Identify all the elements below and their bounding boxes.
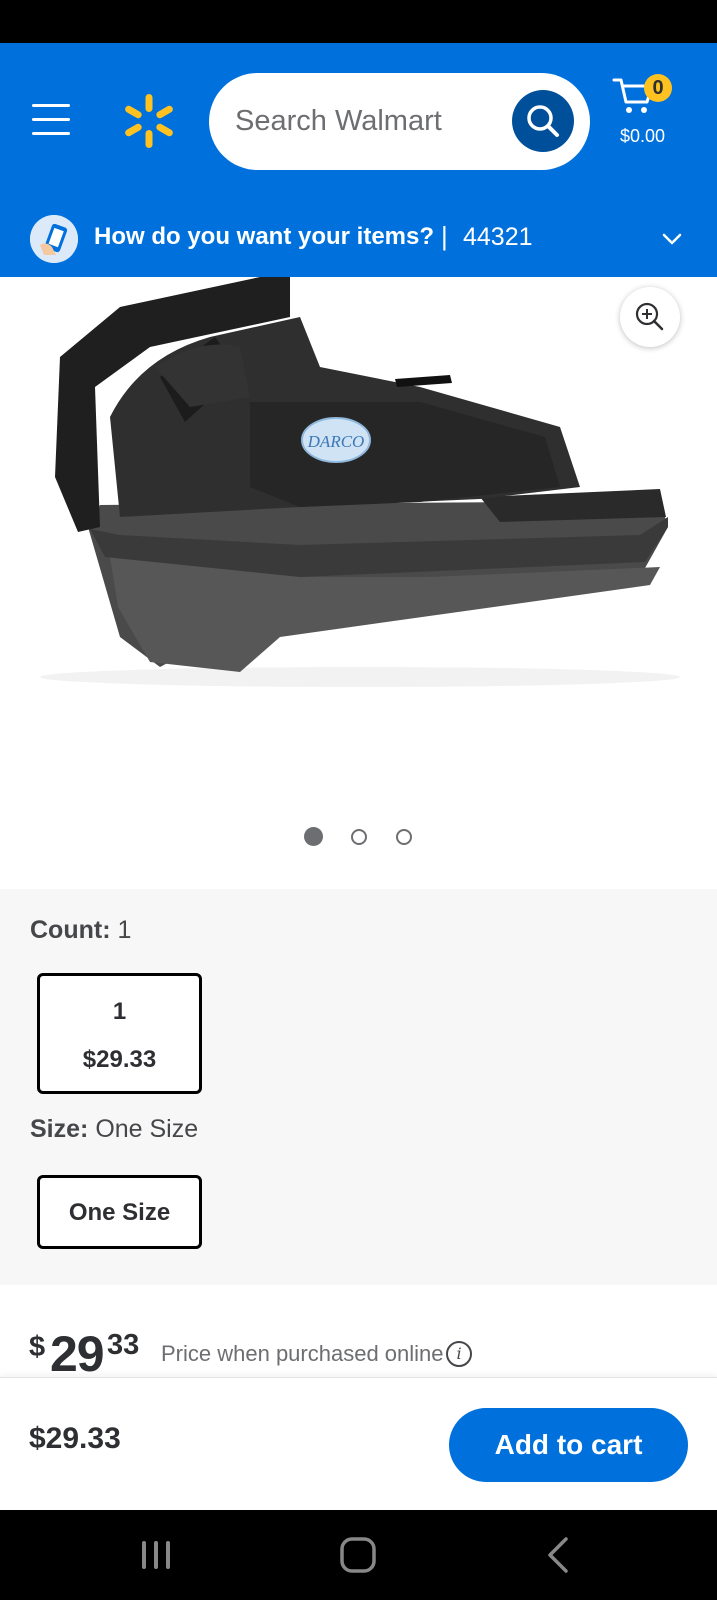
count-option-title: 1: [112, 998, 127, 1025]
carousel-dot[interactable]: [351, 829, 367, 845]
delivery-question: How do you want your items?: [94, 223, 435, 250]
carousel-dots: [0, 827, 717, 847]
cart-button[interactable]: 0 $0.00: [612, 70, 692, 160]
count-label: Count: 1: [30, 916, 131, 945]
svg-text:DARCO: DARCO: [307, 432, 365, 451]
home-icon[interactable]: [336, 1535, 380, 1575]
system-nav-bar: [0, 1510, 717, 1600]
spark-icon: [125, 94, 173, 148]
size-label-value: One Size: [95, 1115, 199, 1143]
price-cents: 33: [107, 1329, 140, 1361]
info-icon[interactable]: i: [446, 1341, 472, 1367]
count-label-value: 1: [117, 916, 132, 944]
menu-icon: [32, 104, 70, 107]
product-image-gallery[interactable]: DARCO: [0, 277, 717, 889]
recent-apps-icon[interactable]: [134, 1535, 178, 1575]
price-row: $ 29 33 Price when purchased online i: [0, 1285, 717, 1382]
delivery-selector[interactable]: How do you want your items? | 44321: [0, 201, 717, 277]
price-currency: $: [29, 1331, 46, 1363]
price-note: Price when purchased online: [161, 1341, 444, 1366]
search-button[interactable]: [512, 90, 574, 152]
delivery-zip: 44321: [463, 223, 533, 251]
chevron-down-icon: [662, 233, 682, 245]
size-label-key: Size:: [30, 1115, 89, 1143]
count-option-1[interactable]: 1 $29.33: [37, 973, 202, 1094]
size-label: Size: One Size: [30, 1115, 198, 1144]
count-option-price: $29.33: [82, 1046, 157, 1073]
status-bar: [0, 0, 717, 43]
product-image: DARCO: [40, 277, 680, 687]
add-to-cart-button[interactable]: Add to cart: [449, 1408, 688, 1482]
walmart-spark-logo[interactable]: [118, 90, 180, 152]
back-icon[interactable]: [538, 1535, 582, 1575]
sticky-cart-bar: $29.33 Add to cart: [0, 1377, 717, 1510]
search-input[interactable]: [235, 97, 495, 145]
zoom-button[interactable]: [620, 287, 680, 347]
delivery-separator: |: [441, 221, 448, 251]
menu-button[interactable]: [28, 100, 76, 140]
search-bar: [209, 73, 590, 170]
price-whole: 29: [50, 1326, 105, 1382]
menu-icon-bar: [32, 132, 70, 135]
search-icon: [527, 105, 559, 137]
count-label-key: Count:: [30, 916, 111, 944]
carousel-dot[interactable]: [396, 829, 412, 845]
zoom-in-icon: [635, 302, 664, 331]
variant-selectors: Count: 1 1 $29.33 Size: One Size One Siz…: [0, 889, 717, 1285]
carousel-dot[interactable]: [304, 827, 323, 846]
size-option-title: One Size: [68, 1199, 171, 1226]
cart-total: $0.00: [620, 126, 666, 146]
delivery-phone-icon: [30, 215, 78, 263]
cart-count-badge: 0: [644, 74, 672, 102]
sticky-price: $29.33: [29, 1422, 121, 1455]
size-option-one-size[interactable]: One Size: [37, 1175, 202, 1249]
menu-icon-bar: [32, 118, 70, 121]
